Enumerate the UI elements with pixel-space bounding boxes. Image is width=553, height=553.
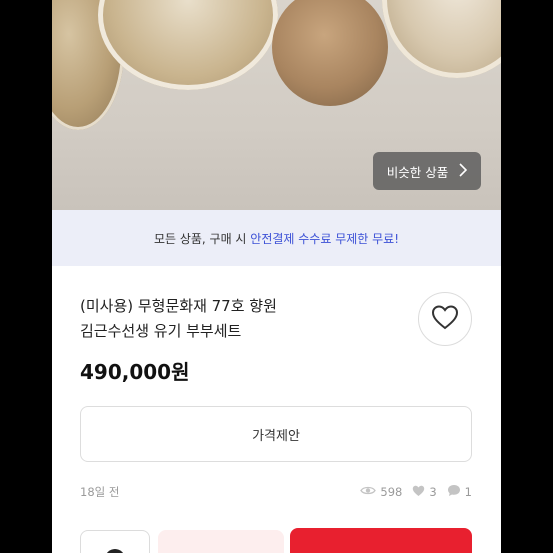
chats-count: 1	[464, 485, 472, 499]
product-title-line2: 김근수선생 유기 부부세트	[80, 322, 242, 340]
price-offer-button[interactable]: 가격제안	[80, 406, 472, 462]
chat-icon	[105, 549, 125, 553]
product-meta: 18일 전 598 3 1	[80, 484, 472, 500]
eye-icon	[360, 485, 377, 499]
chevron-right-icon	[458, 162, 468, 180]
product-title: (미사용) 무형문화재 77호 향원 김근수선생 유기 부부세트	[80, 294, 400, 344]
similar-products-label: 비슷한 상품	[386, 164, 449, 180]
views-stat: 598	[360, 485, 402, 499]
product-stats: 598 3 1	[360, 484, 472, 500]
safe-payment-banner[interactable]: 모든 상품, 구매 시 안전결제 수수료 무제한 무료!	[52, 210, 501, 266]
bowl-image-part	[382, 0, 501, 78]
chat-bubble-icon	[447, 484, 461, 500]
product-title-line1: (미사용) 무형문화재 77호 향원	[80, 297, 277, 315]
bowl-image-part	[98, 0, 278, 90]
likes-count: 3	[429, 485, 437, 499]
views-count: 598	[380, 485, 403, 499]
buy-button[interactable]	[290, 528, 472, 553]
banner-highlight: 안전결제 수수료 무제한 무료!	[250, 231, 400, 246]
likes-stat: 3	[412, 485, 437, 500]
cart-button[interactable]	[158, 530, 284, 553]
chats-stat: 1	[447, 484, 472, 500]
chat-button[interactable]	[80, 530, 150, 553]
posted-time: 18일 전	[80, 485, 120, 499]
product-image[interactable]: 비슷한 상품	[52, 0, 501, 210]
bowl-image-part	[272, 0, 388, 106]
price-offer-label: 가격제안	[252, 428, 300, 444]
heart-icon	[412, 485, 425, 500]
heart-outline-icon	[431, 304, 459, 334]
similar-products-button[interactable]: 비슷한 상품	[373, 152, 481, 190]
product-detail-screen: 비슷한 상품 모든 상품, 구매 시 안전결제 수수료 무제한 무료! (미사용…	[52, 0, 501, 553]
like-button[interactable]	[418, 292, 472, 346]
banner-text: 모든 상품, 구매 시 안전결제 수수료 무제한 무료!	[153, 231, 400, 246]
product-price: 490,000원	[80, 360, 190, 384]
bottom-action-bar	[52, 500, 501, 553]
